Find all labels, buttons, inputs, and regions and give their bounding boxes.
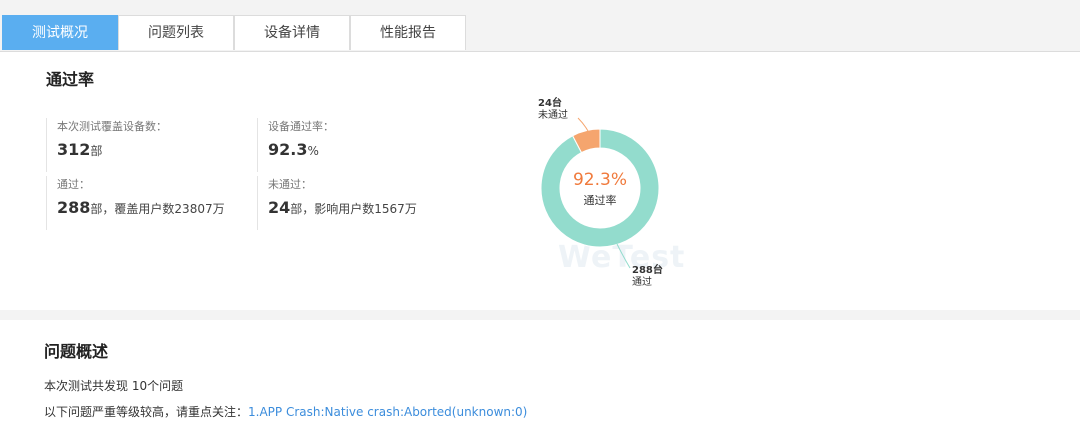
stat-device-pass-rate: 设备通过率： 92.3% bbox=[257, 118, 458, 172]
value-unit: % bbox=[307, 144, 319, 158]
issue-link[interactable]: 1.APP Crash:Native crash:Aborted(unknown… bbox=[248, 405, 527, 419]
slice-name: 通过 bbox=[632, 277, 652, 288]
issues-summary: 本次测试共发现 10个问题 bbox=[44, 379, 184, 393]
value-extra: ，覆盖用户数23807万 bbox=[102, 202, 225, 216]
issues-title: 问题概述 bbox=[44, 342, 109, 361]
pass-rate-title: 通过率 bbox=[46, 70, 95, 89]
value-extra: ，影响用户数1567万 bbox=[302, 202, 417, 216]
slice-name: 未通过 bbox=[538, 110, 568, 121]
focus-prefix: 以下问题严重等级较高，请重点关注： bbox=[44, 405, 249, 419]
stat-value: 288部，覆盖用户数23807万 bbox=[57, 198, 225, 217]
stat-devices-covered: 本次测试覆盖设备数： 312部 bbox=[46, 118, 247, 172]
slice-label-failed: 24台 未通过 bbox=[538, 98, 568, 122]
tab-performance-report[interactable]: 性能报告 bbox=[350, 15, 466, 50]
tab-device-details[interactable]: 设备详情 bbox=[234, 15, 350, 50]
issues-card: 问题概述 本次测试共发现 10个问题 以下问题严重等级较高，请重点关注：1.AP… bbox=[0, 320, 1080, 432]
stat-value: 92.3% bbox=[268, 140, 319, 159]
pass-rate-donut-chart: WeTest 92.3% 通过率 24台 未通过 288台 通过 bbox=[520, 92, 740, 302]
value-number: 312 bbox=[57, 140, 91, 159]
stat-label: 设备通过率： bbox=[268, 120, 334, 133]
tab-issue-list[interactable]: 问题列表 bbox=[118, 15, 234, 50]
stat-value: 24部，影响用户数1567万 bbox=[268, 198, 417, 217]
stat-label: 未通过： bbox=[268, 178, 312, 191]
value-unit: 部 bbox=[90, 144, 103, 158]
value-number: 92.3 bbox=[268, 140, 308, 159]
issues-focus-line: 以下问题严重等级较高，请重点关注：1.APP Crash:Native cras… bbox=[44, 403, 527, 420]
stat-label: 通过： bbox=[57, 178, 90, 191]
donut-center-label: 通过率 bbox=[583, 194, 617, 207]
stat-label: 本次测试覆盖设备数： bbox=[57, 120, 167, 133]
value-number: 288 bbox=[57, 198, 91, 217]
tab-bar: 测试概况 问题列表 设备详情 性能报告 bbox=[0, 15, 1080, 52]
pass-rate-card: 通过率 本次测试覆盖设备数： 312部 设备通过率： 92.3% 通过： 288… bbox=[0, 52, 1080, 310]
slice-count: 24台 bbox=[538, 98, 562, 109]
leader-line-passed bbox=[616, 243, 631, 269]
slice-count: 288台 bbox=[632, 265, 663, 276]
value-unit: 部 bbox=[90, 202, 103, 216]
value-number: 24 bbox=[268, 198, 291, 217]
donut-center-value: 92.3% bbox=[572, 170, 627, 190]
value-unit: 部 bbox=[290, 202, 303, 216]
stat-value: 312部 bbox=[57, 140, 102, 159]
stat-failed: 未通过： 24部，影响用户数1567万 bbox=[257, 176, 458, 230]
tab-test-overview[interactable]: 测试概况 bbox=[2, 15, 118, 50]
slice-label-passed: 288台 通过 bbox=[632, 265, 663, 289]
stat-passed: 通过： 288部，覆盖用户数23807万 bbox=[46, 176, 247, 230]
